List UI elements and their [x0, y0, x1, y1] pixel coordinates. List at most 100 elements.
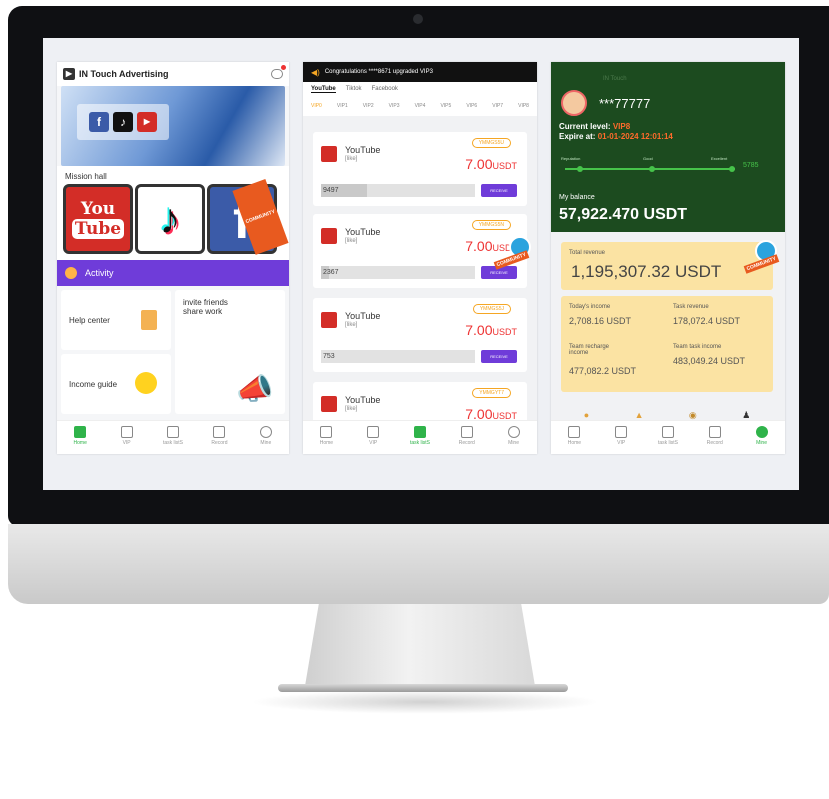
promo-banner[interactable]: f ♪ ▶: [61, 86, 285, 166]
tab-vip[interactable]: VIP: [598, 421, 645, 454]
mission-hall-label: Mission hall: [57, 166, 289, 184]
tab-vip8[interactable]: VIP8: [518, 103, 529, 109]
task-price-unit: USDT: [492, 161, 518, 171]
track-dot: [577, 166, 583, 172]
tiktok-mission-button[interactable]: ♪: [135, 184, 205, 254]
task-code-badge: YMMGYT7: [472, 388, 511, 398]
pencil-icon: [213, 426, 226, 438]
task-card[interactable]: YouTube [like] YMMGS5N 7.00USDT 2367 REC…: [313, 214, 531, 288]
invite-friends-card[interactable]: invite friends share work 📣: [175, 290, 285, 414]
tab-task-list[interactable]: task listS: [645, 421, 692, 454]
expire-at: Expire at: 01-01-2024 12:01:14: [559, 132, 673, 141]
bottom-tab-bar: Home VIP task listS Record Mine: [551, 420, 785, 454]
tab-vip4[interactable]: VIP4: [415, 103, 426, 109]
monitor-camera: [413, 14, 423, 24]
income-breakdown-card: Today's income 2,708.16 USDT Task revenu…: [561, 296, 773, 392]
task-price-value: 7.00: [465, 238, 493, 254]
youtube-icon: [321, 228, 337, 244]
total-revenue-value: 1,195,307.32 USDT: [571, 262, 722, 281]
tab-vip1[interactable]: VIP1: [337, 103, 348, 109]
team-task-value: 483,049.24 USDT: [673, 356, 746, 366]
receive-button[interactable]: RECEIVE: [481, 350, 517, 363]
megaphone-icon: 📣: [236, 373, 274, 406]
tab-mine[interactable]: Mine: [738, 421, 785, 454]
facebook-icon: f: [89, 112, 109, 132]
tab-mine[interactable]: Mine: [490, 421, 537, 454]
app-header: ▶ IN Touch Advertising: [57, 62, 289, 86]
task-type: [like]: [345, 406, 358, 412]
tab-vip[interactable]: VIP: [350, 421, 397, 454]
tab-vip[interactable]: VIP: [103, 421, 149, 454]
invite-friends-label: invite friends share work: [183, 298, 228, 316]
tab-label: task listS: [657, 440, 678, 446]
tab-vip5[interactable]: VIP5: [440, 103, 451, 109]
tab-label: VIP: [369, 440, 378, 446]
notice-text: Congratulations ****8671 upgraded VIP3: [324, 69, 433, 75]
activity-bar[interactable]: Activity: [57, 260, 289, 286]
expire-value: 01-01-2024 12:01:14: [597, 132, 673, 141]
tab-vip0[interactable]: VIP0: [311, 103, 322, 109]
total-revenue-label: Total revenue: [569, 250, 606, 256]
chat-bubble-icon: [259, 426, 272, 438]
tab-facebook[interactable]: Facebook: [372, 86, 398, 92]
tab-label: VIP: [617, 440, 626, 446]
list-icon: [413, 426, 426, 438]
track-label: Excellent: [711, 156, 728, 161]
receive-button[interactable]: RECEIVE: [481, 184, 517, 197]
youtube-icon: ▶: [137, 112, 157, 132]
crown-icon: [615, 426, 628, 438]
help-center-label: Help center: [69, 316, 110, 325]
tab-vip3[interactable]: VIP3: [389, 103, 400, 109]
task-card[interactable]: YouTube [like] YMMGS5U 7.00USDT 9497 REC…: [313, 132, 527, 206]
total-revenue-card: Total revenue 1,195,307.32 USDT COMMUNIT…: [561, 240, 780, 290]
tab-youtube[interactable]: YouTube: [311, 86, 336, 93]
youtube-mission-button[interactable]: You Tube: [63, 184, 133, 254]
pencil-icon: [708, 426, 721, 438]
task-code-badge: YMMGS5N: [471, 220, 511, 230]
tab-task-list[interactable]: task listS: [150, 421, 196, 454]
task-type: [like]: [345, 156, 358, 162]
help-center-card[interactable]: Help center: [61, 290, 171, 350]
tab-vip7[interactable]: VIP7: [492, 103, 503, 109]
current-level-value: VIP8: [612, 122, 631, 131]
facebook-mission-button[interactable]: f COMMUNITY: [207, 179, 289, 255]
tab-label: Mine: [260, 440, 272, 446]
tab-tiktok[interactable]: Tiktok: [346, 86, 362, 92]
income-guide-card[interactable]: Income guide: [61, 354, 171, 414]
pencil-icon: [460, 426, 473, 438]
tab-label: task listS: [163, 440, 184, 446]
task-card[interactable]: YouTube [like] YMMGS5J 7.00USDT 753 RECE…: [313, 298, 527, 372]
activity-label: Activity: [85, 268, 114, 278]
list-icon: [661, 426, 674, 438]
tab-mine[interactable]: Mine: [243, 421, 289, 454]
tab-home[interactable]: Home: [303, 421, 350, 454]
task-name: YouTube: [345, 395, 381, 405]
tab-record[interactable]: Record: [691, 421, 738, 454]
vip-level-tabs: VIP0 VIP1 VIP2 VIP3 VIP4 VIP5 VIP6 VIP7 …: [303, 96, 537, 116]
brand-watermark: IN Touch: [603, 76, 627, 82]
avatar[interactable]: [561, 90, 587, 116]
tab-vip2[interactable]: VIP2: [363, 103, 374, 109]
tab-home[interactable]: Home: [551, 421, 598, 454]
chat-icon[interactable]: [271, 65, 286, 79]
tab-task-list[interactable]: task listS: [397, 421, 444, 454]
bottom-tab-bar: Home VIP task listS Record Mine: [303, 420, 537, 454]
task-type: [like]: [345, 238, 358, 244]
expire-label: Expire at:: [559, 132, 596, 141]
bottom-tab-bar: Home VIP task listS Record Mine: [57, 420, 289, 454]
tab-home[interactable]: Home: [57, 421, 103, 454]
username: ***77777: [599, 96, 651, 111]
task-progress-value: 2367: [323, 269, 339, 276]
task-type: [like]: [345, 322, 358, 328]
tab-record[interactable]: Record: [196, 421, 242, 454]
youtube-icon: [321, 396, 337, 412]
home-icon: [320, 426, 333, 438]
task-progress-bar: 9497: [321, 184, 475, 197]
tab-vip6[interactable]: VIP6: [466, 103, 477, 109]
task-progress-value: 753: [323, 353, 335, 360]
youtube-app-text-2: Tube: [71, 219, 125, 239]
reputation-track: [565, 166, 735, 172]
activity-icon: [65, 267, 77, 279]
tab-record[interactable]: Record: [443, 421, 490, 454]
book-icon: [141, 310, 157, 330]
